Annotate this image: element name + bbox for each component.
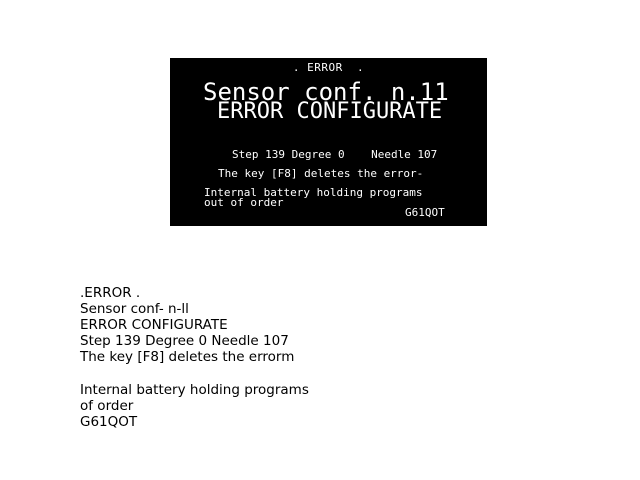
- transcript-line-step: Step 139 Degree 0 Needle 107: [80, 333, 289, 349]
- ocr-transcript: .ERROR . Sensor conf- n-ll ERROR CONFIGU…: [80, 285, 480, 430]
- transcript-line-key: The key [F8] deletes the errorm: [80, 349, 295, 365]
- transcript-blank-line: [80, 365, 480, 382]
- lcd-key-delete-message: The key [F8] deletes the error-: [218, 167, 424, 180]
- transcript-line-battery: Internal battery holding programs: [80, 382, 309, 398]
- lcd-battery-message-line2: out of order: [204, 196, 284, 209]
- transcript-line-error: .ERROR .: [80, 285, 141, 301]
- lcd-display-screen: . ERROR . Sensor conf. n.11 ERROR CONFIG…: [170, 58, 487, 226]
- transcript-line-configurate: ERROR CONFIGURATE: [80, 317, 228, 333]
- lcd-error-header: . ERROR .: [292, 61, 365, 74]
- lcd-error-code: G61QOT: [405, 206, 445, 219]
- lcd-step-degree-needle-line: Step 139 Degree 0 Needle 107: [232, 148, 438, 161]
- lcd-error-configurate-title: ERROR CONFIGURATE: [217, 99, 443, 124]
- transcript-line-code: G61QOT: [80, 414, 138, 430]
- transcript-line-of-order: of order: [80, 398, 134, 414]
- transcript-line-sensor: Sensor conf- n-ll: [80, 301, 189, 317]
